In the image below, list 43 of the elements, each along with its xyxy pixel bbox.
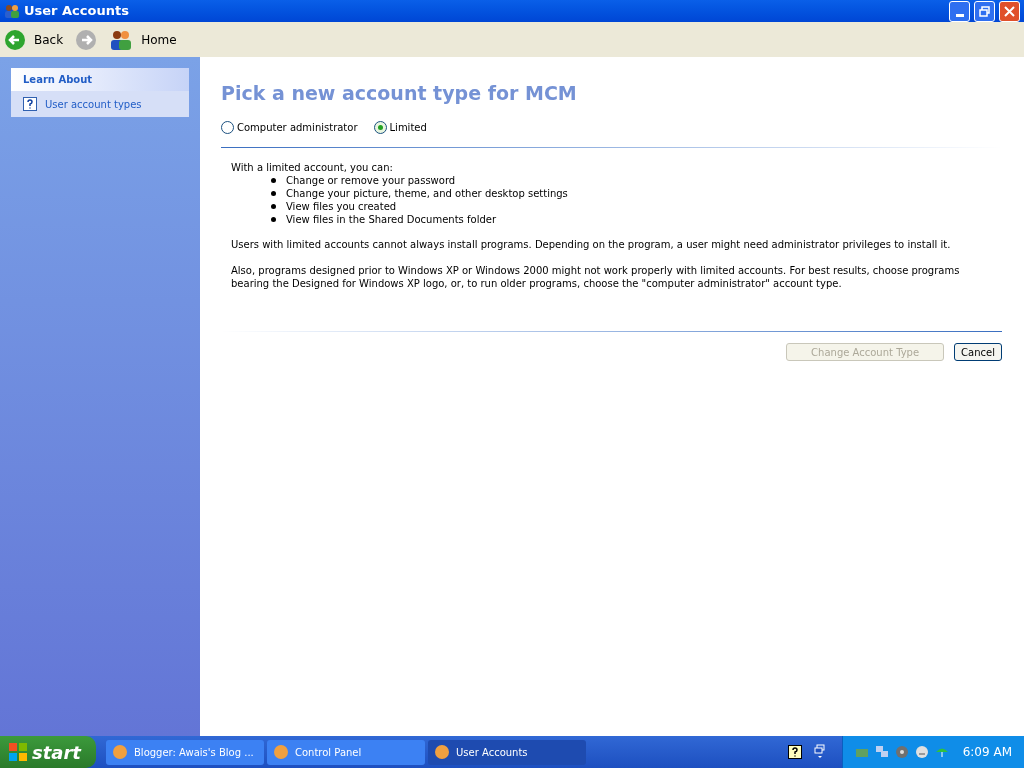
sidebar-link[interactable]: User account types	[23, 95, 177, 113]
users-icon	[109, 28, 134, 51]
start-button[interactable]: start	[0, 736, 96, 768]
bullet-icon	[271, 191, 276, 196]
clock: 6:09 AM	[962, 744, 1012, 761]
window-icon	[273, 744, 289, 760]
users-icon	[4, 3, 20, 19]
network-icon	[874, 745, 889, 759]
minimize-button[interactable]	[949, 0, 970, 22]
help-icon	[23, 97, 37, 111]
help-icon	[787, 745, 802, 759]
cancel-button[interactable]: Cancel	[954, 343, 1002, 361]
windows-logo	[8, 742, 28, 762]
paragraph: Users with limited accounts cannot always install programs. Depending on the program, a user might need administrator privileges to install it.	[231, 238, 952, 251]
speaker-icon	[894, 745, 909, 759]
account-type-radio[interactable]: Computer administrator	[221, 119, 358, 135]
restore-button[interactable]	[974, 0, 995, 22]
back-button[interactable]: Back	[4, 28, 64, 51]
bullet-icon	[271, 217, 276, 222]
smiley-icon	[914, 745, 929, 759]
window-icon	[112, 744, 128, 760]
close-button[interactable]	[999, 0, 1020, 22]
taskbar-button[interactable]: User Accounts	[428, 739, 586, 765]
window-icon	[434, 744, 450, 760]
paragraph: Also, programs designed prior to Windows XP or Windows 2000 might not work properly with limited accounts. For best results, choose programs bearing the Designed for Windows XP logo, or, to run older programs, choose the "computer administrator" account type.	[231, 264, 961, 290]
bullet-icon	[271, 204, 276, 209]
home-button[interactable]: Home	[109, 28, 177, 51]
list-item: View files in the Shared Documents folder	[286, 213, 497, 226]
account-type-radio[interactable]: Limited	[373, 119, 427, 135]
taskbar-button[interactable]: Control Panel	[267, 739, 425, 765]
taskbar-button[interactable]: Blogger: Awais's Blog ...	[106, 739, 264, 765]
restore-icon	[979, 5, 990, 17]
page-heading: Pick a new account type for MCM	[221, 81, 578, 106]
list-item: View files you created	[286, 200, 397, 213]
bullet-icon	[271, 178, 276, 183]
close-icon	[1004, 5, 1015, 17]
intro-text: With a limited account, you can:	[231, 161, 394, 174]
minimize-icon	[955, 13, 964, 17]
window-title: User Accounts	[24, 2, 130, 21]
panel-title: Learn About	[11, 68, 189, 91]
list-item: Change your picture, theme, and other desktop settings	[286, 187, 568, 200]
list-item: Change or remove your password	[286, 174, 456, 187]
windows-icon	[813, 744, 826, 760]
